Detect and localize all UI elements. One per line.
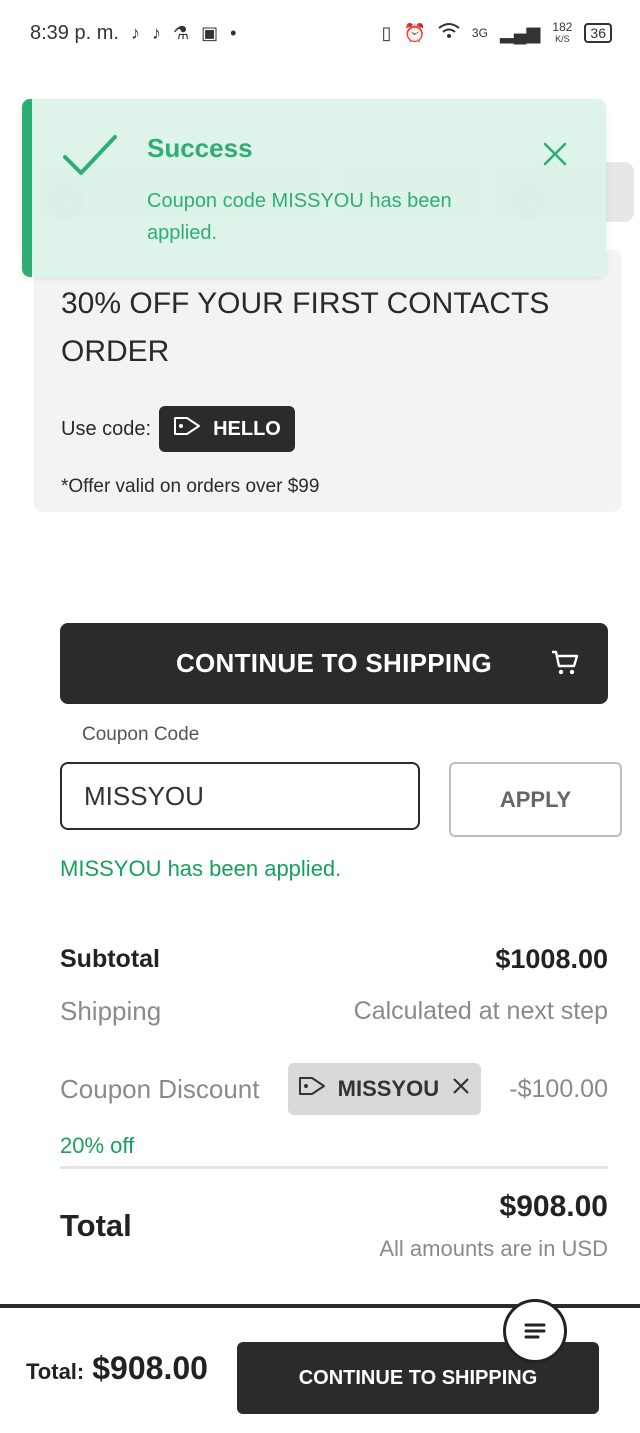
network-type: 3G [471, 26, 488, 40]
status-bar: 8:39 p. m. ♪ ♪ ⚗ ▣ • ▯ ⏰ 3G ▂▄▆ 182 K/S … [0, 0, 640, 66]
battery-icon: 36 [584, 23, 612, 43]
subtotal-value: $1008.00 [495, 944, 608, 974]
chat-icon[interactable] [503, 1299, 567, 1363]
subtotal-label: Subtotal [60, 945, 160, 973]
checkmark-icon [62, 133, 118, 182]
app-notification-icon: ▣ [201, 22, 219, 43]
applied-coupon-chip: MISSYOU [287, 1063, 482, 1115]
applied-coupon-code: MISSYOU [337, 1076, 440, 1101]
coupon-code-input[interactable] [60, 762, 420, 830]
shipping-value: Calculated at next step [353, 997, 608, 1025]
status-time: 8:39 p. m. [30, 21, 119, 44]
tag-icon [298, 1075, 326, 1103]
promo-note: *Offer valid on orders over $99 [61, 476, 320, 497]
speed-readout: 182 K/S [552, 21, 572, 45]
bottom-total-label: Total: [26, 1359, 85, 1384]
coupon-discount-value: -$100.00 [509, 1074, 608, 1103]
bottom-continue-label: CONTINUE TO SHIPPING [298, 1366, 538, 1389]
tag-icon [173, 415, 201, 443]
cart-icon [550, 649, 580, 684]
bottom-total-value: $908.00 [92, 1350, 208, 1386]
dot-icon: • [230, 22, 237, 43]
promo-title: 30% OFF YOUR FIRST CONTACTS ORDER [61, 287, 550, 368]
toast-title: Success [147, 133, 253, 163]
total-label: Total [60, 1208, 132, 1243]
continue-to-shipping-button[interactable]: CONTINUE TO SHIPPING [60, 623, 608, 704]
promo-code-row: Use code: HELLO [61, 406, 594, 452]
battery-level: 36 [590, 25, 606, 41]
success-toast: Success Coupon code MISSYOU has been app… [22, 99, 606, 277]
shipping-row: Shipping Calculated at next step [60, 996, 608, 1027]
tiktok-icon-2: ♪ [151, 22, 161, 43]
bottom-total: Total: $908.00 [26, 1350, 208, 1387]
remove-coupon-close-icon[interactable] [451, 1076, 471, 1102]
shipping-label: Shipping [60, 996, 162, 1026]
tiktok-icon: ♪ [130, 22, 140, 43]
status-bar-right: ▯ ⏰ 3G ▂▄▆ 182 K/S 36 [382, 21, 612, 45]
promo-code-chip[interactable]: HELLO [159, 406, 295, 452]
speed-unit: K/S [555, 34, 570, 44]
vibrate-icon: ▯ [381, 22, 392, 43]
alarm-icon: ⏰ [403, 22, 426, 43]
currency-note: All amounts are in USD [379, 1236, 608, 1261]
continue-button-label: CONTINUE TO SHIPPING [175, 648, 493, 678]
promo-code-label: Use code: [61, 417, 152, 440]
apply-button-label: APPLY [499, 786, 572, 812]
coupon-discount-label: Coupon Discount [60, 1073, 260, 1104]
wifi-icon [438, 22, 460, 45]
percent-off-label: 20% off [60, 1133, 135, 1158]
close-icon[interactable] [542, 141, 568, 172]
promo-banner: 30% OFF YOUR FIRST CONTACTS ORDER Use co… [34, 250, 621, 512]
speed-value: 182 [552, 20, 573, 34]
toast-message: Coupon code MISSYOU has been applied. [147, 190, 452, 244]
status-bar-left: 8:39 p. m. ♪ ♪ ⚗ ▣ • [30, 22, 236, 45]
coupon-applied-message: MISSYOU has been applied. [60, 856, 342, 881]
flask-icon: ⚗ [172, 22, 190, 43]
total-value: $908.00 [499, 1190, 608, 1223]
coupon-discount-row: Coupon Discount MISSYOU -$100.00 [60, 1063, 608, 1115]
subtotal-row: Subtotal $1008.00 [60, 944, 608, 975]
divider [60, 1166, 608, 1169]
coupon-code-label: Coupon Code [82, 724, 200, 745]
promo-code-value: HELLO [213, 417, 281, 440]
signal-icon: ▂▄▆ [499, 22, 541, 43]
apply-coupon-button[interactable]: APPLY [449, 762, 622, 837]
